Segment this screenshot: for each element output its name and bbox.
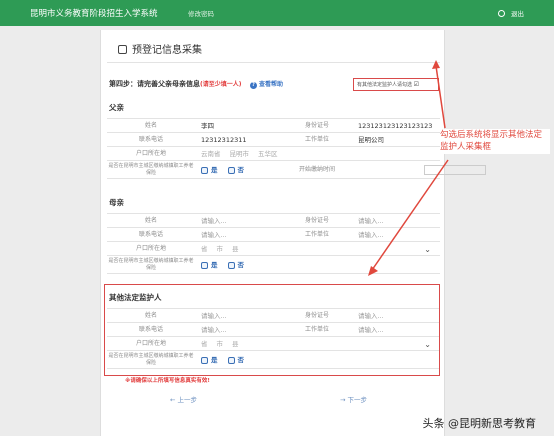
annotation-arrowhead-down <box>368 266 378 276</box>
annotation-arrow-down <box>371 159 449 271</box>
watermark: 头条 @昆明新思考教育 <box>422 417 537 430</box>
annotation-arrows <box>368 60 449 276</box>
annotation-text: 勾选后系统将显示其他法定监护人采集框 <box>440 129 550 154</box>
annotation-arrow-up <box>435 65 446 129</box>
annotation-arrowhead-up <box>432 60 440 69</box>
